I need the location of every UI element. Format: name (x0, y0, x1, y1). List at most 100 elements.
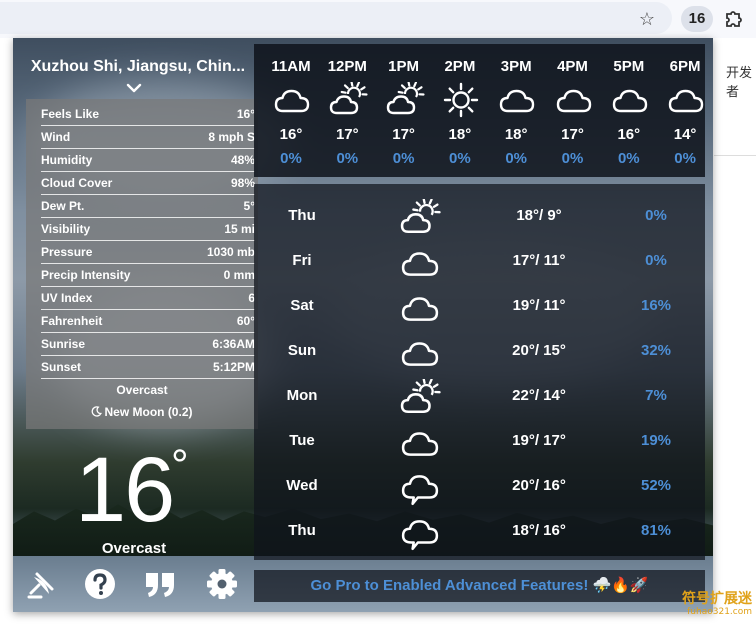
hour-precipitation: 0% (280, 150, 302, 167)
detail-value: 15 mi (224, 222, 255, 236)
day-precipitation: 81% (640, 522, 672, 539)
day-temperature-range: 17°/ 11° (512, 252, 566, 269)
detail-row: Visibility 15 mi (41, 218, 255, 241)
day-name: Thu (288, 522, 316, 539)
browser-toolbar: ☆ 16 (0, 0, 756, 38)
cloud-icon (272, 82, 312, 118)
partly-cloudy-icon (399, 377, 441, 417)
help-icon[interactable] (83, 567, 117, 601)
detail-value: 1030 mb (206, 245, 255, 259)
detail-label: Cloud Cover (41, 176, 113, 190)
hour-temperature: 17° (392, 126, 415, 143)
extension-badge[interactable]: 16 (681, 6, 713, 32)
day-temperature-range: 19°/ 17° (512, 432, 566, 449)
day-row: Sun 20°/ 15° 32% (254, 330, 705, 375)
hour-time: 6PM (669, 58, 701, 75)
hour-time: 2PM (444, 58, 476, 75)
detail-value: 48% (230, 153, 255, 167)
address-bar[interactable] (0, 2, 672, 34)
cloud-icon (399, 289, 441, 327)
day-row: Thu 18°/ 16° 81% (254, 510, 705, 555)
go-pro-link[interactable]: Go Pro to Enabled Advanced Features! ⛈️🔥… (254, 570, 705, 602)
detail-label: Wind (41, 130, 71, 144)
detail-label: Sunrise (41, 337, 86, 351)
hour-precipitation: 0% (392, 150, 415, 167)
cloud-icon (610, 82, 650, 118)
day-temperature-range: 18°/ 9° (516, 207, 562, 224)
detail-row: Dew Pt. 5° (41, 195, 255, 218)
day-row: Tue 19°/ 17° 19% (254, 420, 705, 465)
day-precipitation: 7% (645, 387, 667, 404)
day-precipitation: 16% (640, 297, 672, 314)
detail-row: Humidity 48% (41, 149, 255, 172)
moon-phase-text: New Moon (0.2) (104, 405, 193, 419)
hour-temperature: 14° (673, 126, 697, 143)
day-precipitation: 32% (640, 342, 672, 359)
weather-popup: Xuzhou Shi, Jiangsu, Chin... Feels Like 1… (13, 38, 713, 612)
day-name: Sat (290, 297, 314, 314)
day-temperature-range: 20°/ 15° (512, 342, 566, 359)
day-row: Wed 20°/ 16° 52% (254, 465, 705, 510)
cloud-icon (554, 82, 594, 118)
settings-icon[interactable] (205, 567, 239, 601)
day-precipitation: 52% (640, 477, 672, 494)
cloud-icon (399, 424, 441, 462)
page-background-text: 开发者 (726, 66, 753, 100)
daily-forecast: Thu 18°/ 9° 0% Fri 17°/ 11° 0% Sat 19°/ 11° 16% S… (254, 184, 705, 560)
hour-precipitation: 0% (674, 150, 696, 167)
cloud-icon (399, 244, 441, 282)
hour-precipitation: 0% (561, 150, 584, 167)
partly-cloudy-icon (385, 80, 425, 118)
day-name: Mon (286, 387, 318, 404)
detail-value: 6:36AM (212, 337, 255, 351)
cloud-icon (497, 82, 537, 118)
hour-column: 6PM 14° 0% (657, 44, 705, 177)
hour-precipitation: 0% (449, 150, 471, 167)
hour-time: 1PM (388, 58, 420, 75)
detail-label: Sunset (41, 360, 82, 374)
day-temperature-range: 19°/ 11° (512, 297, 566, 314)
detail-value: 60° (236, 314, 255, 328)
detail-row: Feels Like 16° (41, 103, 255, 126)
day-row: Thu 18°/ 9° 0% (254, 195, 705, 240)
day-name: Fri (292, 252, 312, 269)
location-name[interactable]: Xuzhou Shi, Jiangsu, Chin... (19, 58, 257, 76)
detail-label: Feels Like (41, 107, 100, 121)
detail-row: Wind 8 mph S (41, 126, 255, 149)
current-temperature-degree: ° (171, 441, 189, 490)
puzzle-icon[interactable] (722, 7, 746, 31)
satellite-icon[interactable] (25, 567, 59, 601)
summary-condition: Overcast (116, 383, 168, 397)
star-icon[interactable]: ☆ (636, 8, 658, 30)
cloud-icon (666, 82, 705, 118)
detail-row: Precip Intensity 0 mm (41, 264, 255, 287)
hour-time: 12PM (327, 58, 367, 75)
detail-row: Pressure 1030 mb (41, 241, 255, 264)
day-name: Thu (288, 207, 316, 224)
detail-value: 16° (236, 107, 255, 121)
partly-cloudy-icon (328, 80, 368, 118)
watermark-url: fuhao321.com (687, 607, 752, 617)
hour-time: 3PM (500, 58, 532, 75)
day-name: Sun (287, 342, 317, 359)
hour-column: 3PM 18° 0% (488, 44, 544, 177)
hour-time: 11AM (271, 58, 311, 75)
day-name: Wed (286, 477, 318, 494)
day-row: Sat 19°/ 11° 16% (254, 285, 705, 330)
chevron-down-icon[interactable] (126, 82, 142, 94)
hour-column: 11AM 16° 0% (263, 44, 319, 177)
bottom-toolbar (13, 563, 258, 607)
detail-row: Fahrenheit 60° (41, 310, 255, 333)
detail-label: Precip Intensity (41, 268, 131, 282)
hour-temperature: 18° (504, 126, 528, 143)
hour-temperature: 17° (561, 126, 584, 143)
hour-temperature: 18° (448, 126, 472, 143)
day-temperature-range: 18°/ 16° (512, 522, 566, 539)
detail-value: 8 mph S (208, 130, 255, 144)
hour-precipitation: 0% (617, 150, 640, 167)
detail-label: UV Index (41, 291, 93, 305)
day-name: Tue (289, 432, 315, 449)
quote-icon[interactable] (143, 567, 177, 601)
hour-precipitation: 0% (505, 150, 528, 167)
detail-label: Humidity (41, 153, 93, 167)
